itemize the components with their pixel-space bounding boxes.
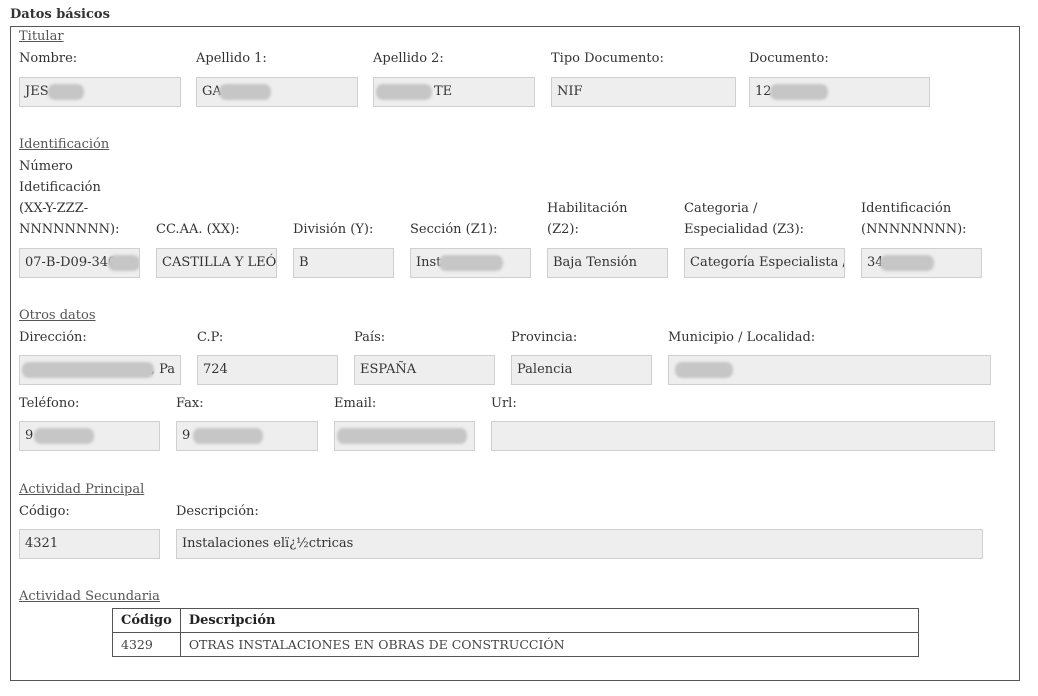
numero-identificacion-value: 07-B-D09-340 — [25, 255, 117, 270]
descripcion-field[interactable]: Instalaciones elï¿½ctricas — [176, 529, 983, 559]
descripcion-value: Instalaciones elï¿½ctricas — [182, 536, 354, 551]
redacted-mask — [675, 362, 733, 378]
identificacion-label-1: Identificación — [861, 201, 952, 216]
division-field[interactable]: B — [293, 248, 394, 278]
cp-value: 724 — [203, 362, 228, 377]
redacted-mask — [376, 84, 432, 100]
table-header-row: Código Descripción — [112, 608, 920, 633]
email-label: Email: — [334, 396, 377, 411]
habilitacion-field[interactable]: Baja Tensión — [547, 248, 668, 278]
ccaa-value: CASTILLA Y LEÓN — [162, 255, 277, 270]
categoria-label-1: Categoria / — [684, 201, 758, 216]
cp-label: C.P: — [197, 330, 224, 345]
tipo-documento-field[interactable]: NIF — [551, 77, 736, 107]
cell-codigo: 4329 — [112, 632, 181, 657]
numero-label-4: NNNNNNNN): — [19, 222, 120, 237]
seccion-value: Inst — [416, 255, 442, 270]
redacted-mask — [108, 255, 139, 271]
nombre-field[interactable]: JES — [19, 77, 181, 107]
documento-label: Documento: — [749, 51, 829, 66]
direccion-field[interactable]: , Pa — [19, 355, 181, 385]
categoria-field[interactable]: Categoría Especialista / I — [684, 248, 845, 278]
telefono-field[interactable]: 9 — [19, 421, 160, 451]
seccion-field[interactable]: Inst — [410, 248, 531, 278]
email-field[interactable] — [334, 421, 475, 451]
header-descripcion: Descripción — [179, 608, 920, 633]
division-label: División (Y): — [293, 222, 374, 237]
header-codigo: Código — [112, 608, 181, 633]
habilitacion-value: Baja Tensión — [553, 255, 637, 270]
redacted-mask — [22, 362, 154, 378]
tipo-documento-value: NIF — [557, 84, 583, 99]
redacted-mask — [880, 255, 934, 271]
nombre-value: JES — [25, 84, 49, 99]
identificacion-label-2: (NNNNNNNN): — [861, 222, 967, 237]
url-label: Url: — [491, 396, 517, 411]
nombre-label: Nombre: — [19, 51, 78, 66]
numero-label-3: (XX-Y-ZZZ- — [19, 201, 89, 216]
cp-field[interactable]: 724 — [197, 355, 338, 385]
codigo-label: Código: — [19, 504, 70, 519]
redacted-mask — [34, 428, 94, 444]
provincia-label: Provincia: — [511, 330, 578, 345]
redacted-mask — [48, 84, 84, 100]
section-identificacion: Identificación — [19, 137, 110, 152]
fax-field[interactable]: 9 — [176, 421, 318, 451]
provincia-field[interactable]: Palencia — [511, 355, 652, 385]
redacted-mask — [219, 84, 271, 100]
fax-label: Fax: — [176, 396, 204, 411]
direccion-label: Dirección: — [19, 330, 87, 345]
direccion-value: , Pa — [150, 362, 175, 377]
fax-value: 9 — [182, 428, 191, 443]
descripcion-label: Descripción: — [176, 504, 259, 519]
identificacion-nnnn-field[interactable]: 34 — [861, 248, 982, 278]
table-row: 4329 OTRAS INSTALACIONES EN OBRAS DE CON… — [112, 632, 920, 657]
numero-identificacion-field[interactable]: 07-B-D09-340 — [19, 248, 140, 278]
apellido2-value: TE — [434, 84, 453, 99]
redacted-mask — [337, 428, 467, 444]
url-field[interactable] — [491, 421, 995, 451]
division-value: B — [299, 255, 309, 270]
pais-field[interactable]: ESPAÑA — [354, 355, 495, 385]
apellido2-field[interactable]: TE — [373, 77, 535, 107]
form-frame — [10, 26, 1020, 681]
categoria-label-2: Especialidad (Z3): — [684, 222, 805, 237]
page-title: Datos básicos — [10, 7, 110, 22]
categoria-value: Categoría Especialista / I — [690, 255, 845, 270]
telefono-value: 9 — [25, 428, 34, 443]
pais-label: País: — [354, 330, 386, 345]
redacted-mask — [439, 255, 503, 271]
ccaa-field[interactable]: CASTILLA Y LEÓN — [156, 248, 277, 278]
telefono-label: Teléfono: — [19, 396, 80, 411]
section-titular: Titular — [19, 29, 64, 44]
habilitacion-label-1: Habilitación — [547, 201, 628, 216]
municipio-label: Municipio / Localidad: — [668, 330, 816, 345]
actividad-secundaria-table: Código Descripción 4329 OTRAS INSTALACIO… — [112, 608, 920, 657]
provincia-value: Palencia — [517, 362, 573, 377]
seccion-label: Sección (Z1): — [410, 222, 498, 237]
section-actividad-secundaria: Actividad Secundaria — [19, 589, 160, 604]
section-actividad-principal: Actividad Principal — [19, 482, 145, 497]
tipo-documento-label: Tipo Documento: — [551, 51, 664, 66]
ccaa-label: CC.AA. (XX): — [156, 222, 240, 237]
codigo-value: 4321 — [25, 536, 59, 551]
habilitacion-label-2: (Z2): — [547, 222, 579, 237]
section-otros-datos: Otros datos — [19, 308, 96, 323]
pais-value: ESPAÑA — [360, 362, 417, 377]
apellido2-label: Apellido 2: — [373, 51, 444, 66]
codigo-field[interactable]: 4321 — [19, 529, 160, 559]
numero-label-2: Idetificación — [19, 180, 101, 195]
municipio-field[interactable] — [668, 355, 991, 385]
cell-descripcion: OTRAS INSTALACIONES EN OBRAS DE CONSTRUC… — [179, 632, 920, 657]
redacted-mask — [193, 428, 263, 444]
documento-field[interactable]: 12 — [749, 77, 930, 107]
apellido1-label: Apellido 1: — [196, 51, 267, 66]
numero-label-1: Número — [19, 159, 73, 174]
redacted-mask — [770, 84, 828, 100]
apellido1-field[interactable]: GA — [196, 77, 358, 107]
